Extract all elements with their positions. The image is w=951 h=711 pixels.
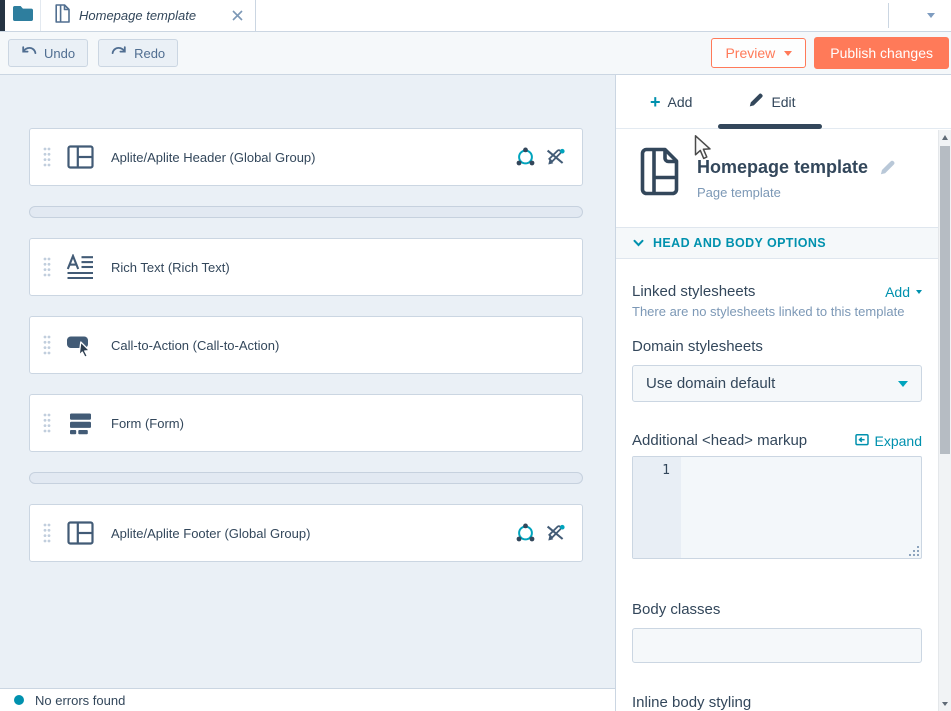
module-label: Rich Text (Rich Text)	[111, 260, 566, 275]
tab-add[interactable]: + Add	[650, 93, 692, 111]
close-icon[interactable]	[229, 8, 245, 24]
template-subtitle: Page template	[697, 185, 896, 200]
chevron-down-icon	[784, 51, 792, 56]
chevron-down-icon	[916, 290, 922, 294]
layout-icon	[66, 145, 94, 169]
active-tab-indicator	[718, 124, 822, 129]
chevron-down-icon	[633, 239, 644, 247]
pencil-icon	[748, 92, 764, 111]
scrollbar[interactable]	[938, 130, 951, 711]
template-icon	[638, 146, 681, 227]
form-icon	[66, 411, 94, 435]
add-stylesheet-dropdown[interactable]: Add	[885, 284, 922, 300]
module-list: Aplite/Aplite Header (Global Group) Rich…	[0, 75, 615, 562]
domain-stylesheets-select[interactable]: Use domain default	[632, 365, 922, 402]
tab-add-label: Add	[668, 94, 693, 110]
tab-edit[interactable]: Edit	[748, 92, 795, 111]
tab-edit-label: Edit	[771, 94, 795, 110]
section-head-body-options[interactable]: HEAD AND BODY OPTIONS	[616, 227, 938, 259]
design-manager-app: Homepage template Undo Redo Preview Publ…	[0, 0, 951, 711]
domain-stylesheets-label: Domain stylesheets	[632, 338, 922, 355]
module-card[interactable]: Call-to-Action (Call-to-Action)	[29, 316, 583, 374]
tab-title: Homepage template	[79, 8, 220, 23]
module-label: Aplite/Aplite Footer (Global Group)	[111, 526, 515, 541]
scrollbar-thumb[interactable]	[940, 146, 950, 454]
module-label: Form (Form)	[111, 416, 566, 431]
head-markup-label: Additional <head> markup	[632, 432, 807, 449]
expand-label: Expand	[875, 433, 922, 449]
dropzone-divider	[29, 206, 583, 218]
head-markup-editor[interactable]: 1	[632, 456, 922, 559]
preview-label: Preview	[725, 45, 775, 61]
redo-label: Redo	[134, 46, 165, 61]
rich-text-icon	[66, 254, 94, 280]
rename-pencil-icon[interactable]	[879, 159, 896, 176]
global-group-icon[interactable]	[515, 523, 536, 543]
plus-icon: +	[650, 93, 661, 111]
no-stylesheets-text: There are no stylesheets linked to this …	[632, 304, 922, 319]
expand-icon	[855, 433, 869, 449]
publish-changes-button[interactable]: Publish changes	[814, 37, 949, 69]
cta-icon	[66, 333, 94, 358]
template-header: Homepage template Page template	[616, 130, 938, 227]
tab-bar: Homepage template	[0, 0, 951, 32]
global-group-icon[interactable]	[515, 147, 536, 167]
body-classes-label: Body classes	[632, 601, 922, 618]
template-title: Homepage template	[697, 157, 868, 178]
module-card[interactable]: Aplite/Aplite Header (Global Group)	[29, 128, 583, 186]
undo-icon	[21, 45, 37, 61]
inline-body-styling-label: Inline body styling	[632, 694, 922, 711]
preview-button[interactable]: Preview	[711, 38, 806, 68]
scroll-down-arrow[interactable]	[939, 697, 951, 711]
status-bar: No errors found	[0, 688, 615, 711]
module-card[interactable]: Rich Text (Rich Text)	[29, 238, 583, 296]
drag-handle-icon[interactable]	[43, 147, 51, 167]
body-classes-input[interactable]	[632, 628, 922, 663]
undo-button[interactable]: Undo	[8, 39, 88, 67]
drag-handle-icon[interactable]	[43, 523, 51, 543]
dropzone-divider	[29, 472, 583, 484]
drag-handle-icon[interactable]	[43, 413, 51, 433]
chevron-down-icon	[898, 381, 908, 387]
no-edit-icon[interactable]	[545, 523, 566, 543]
template-canvas: Aplite/Aplite Header (Global Group) Rich…	[0, 75, 615, 711]
inspector-panel: + Add Edit Homepage template	[615, 75, 951, 711]
publish-label: Publish changes	[830, 45, 933, 61]
no-edit-icon[interactable]	[545, 147, 566, 167]
status-ok-icon	[14, 695, 24, 705]
select-value: Use domain default	[646, 375, 775, 392]
redo-button[interactable]: Redo	[98, 39, 178, 67]
module-card[interactable]: Aplite/Aplite Footer (Global Group)	[29, 504, 583, 562]
toolbar: Undo Redo Preview Publish changes	[0, 32, 951, 75]
scroll-up-arrow[interactable]	[939, 130, 951, 144]
status-text: No errors found	[35, 693, 125, 708]
linked-stylesheets-label: Linked stylesheets	[632, 283, 755, 300]
tabbar-divider	[888, 3, 889, 28]
module-card[interactable]: Form (Form)	[29, 394, 583, 452]
undo-label: Undo	[44, 46, 75, 61]
drag-handle-icon[interactable]	[43, 257, 51, 277]
page-icon	[55, 4, 70, 28]
add-link-label: Add	[885, 284, 910, 300]
section-title: HEAD AND BODY OPTIONS	[653, 236, 826, 250]
tab-overflow-menu[interactable]	[918, 0, 944, 31]
chevron-down-icon	[927, 13, 935, 18]
redo-icon	[111, 45, 127, 61]
drag-handle-icon[interactable]	[43, 335, 51, 355]
code-area[interactable]	[681, 457, 921, 558]
line-number: 1	[633, 457, 681, 558]
tab-homepage-template[interactable]: Homepage template	[41, 0, 256, 31]
resize-grip[interactable]	[908, 545, 919, 556]
expand-editor-button[interactable]: Expand	[855, 433, 922, 449]
finder-tab[interactable]	[5, 0, 41, 31]
module-label: Call-to-Action (Call-to-Action)	[111, 338, 566, 353]
inspector-tabs: + Add Edit	[616, 75, 951, 129]
inspector-body: Homepage template Page template HEAD AND…	[616, 130, 938, 711]
layout-icon	[66, 521, 94, 545]
module-label: Aplite/Aplite Header (Global Group)	[111, 150, 515, 165]
folder-icon	[12, 5, 34, 27]
